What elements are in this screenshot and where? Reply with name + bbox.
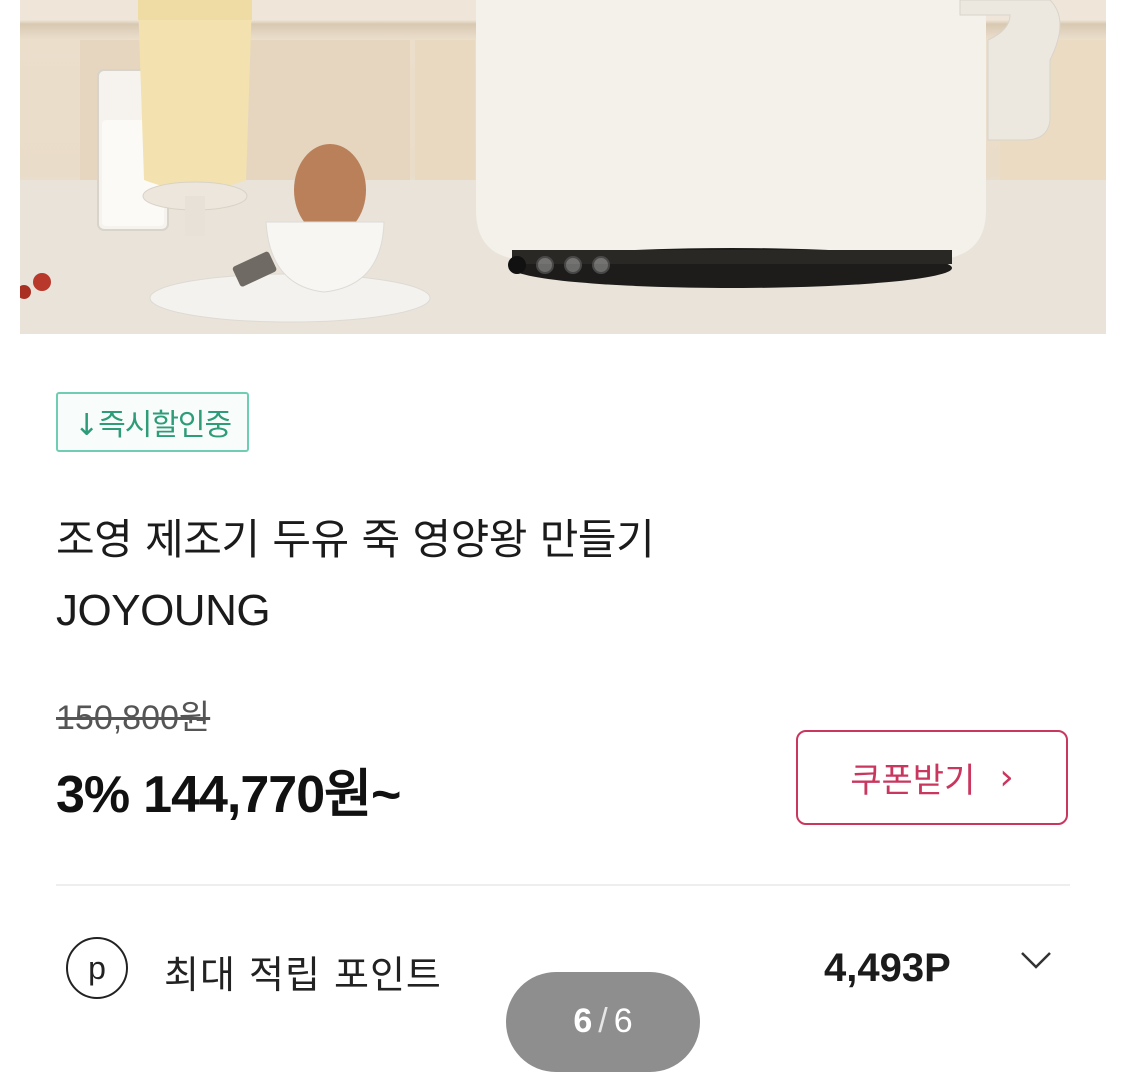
instant-discount-badge: ↓즉시할인중 — [56, 392, 250, 452]
pager-total: 6 — [613, 1002, 633, 1040]
sale-price: 144,770원~ — [143, 766, 401, 824]
max-points-label: 최대 적립 포인트 — [164, 953, 442, 997]
carousel-dot[interactable] — [564, 256, 582, 274]
divider — [56, 884, 1070, 886]
get-coupon-button[interactable]: 쿠폰받기 › — [796, 730, 1068, 825]
pager-separator: / — [598, 1002, 608, 1040]
carousel-dot[interactable] — [592, 256, 610, 274]
chevron-down-icon[interactable] — [1016, 940, 1056, 980]
points-icon-letter: p — [88, 949, 106, 986]
image-pager: 6/6 — [506, 972, 700, 1072]
chevron-right-icon: › — [999, 757, 1014, 798]
product-photo — [20, 0, 1106, 334]
pager-current: 6 — [573, 1002, 593, 1040]
product-brand: JOYOUNG — [56, 586, 271, 635]
carousel-dot[interactable] — [536, 256, 554, 274]
product-title: 조영 제조기 두유 죽 영양왕 만들기 — [56, 515, 655, 564]
carousel-indicator — [508, 256, 610, 274]
discount-rate: 3% — [56, 766, 130, 824]
carousel-dot[interactable] — [508, 256, 526, 274]
points-icon: p — [66, 937, 128, 999]
original-price: 150,800원 — [56, 699, 211, 737]
max-points-value[interactable]: 4,493P — [824, 946, 951, 991]
coupon-label: 쿠폰받기 — [850, 761, 976, 801]
badge-label: ↓즉시할인중 — [74, 408, 232, 443]
sale-price-row: 3% 144,770원~ — [56, 752, 401, 827]
product-image-carousel[interactable] — [20, 0, 1106, 334]
